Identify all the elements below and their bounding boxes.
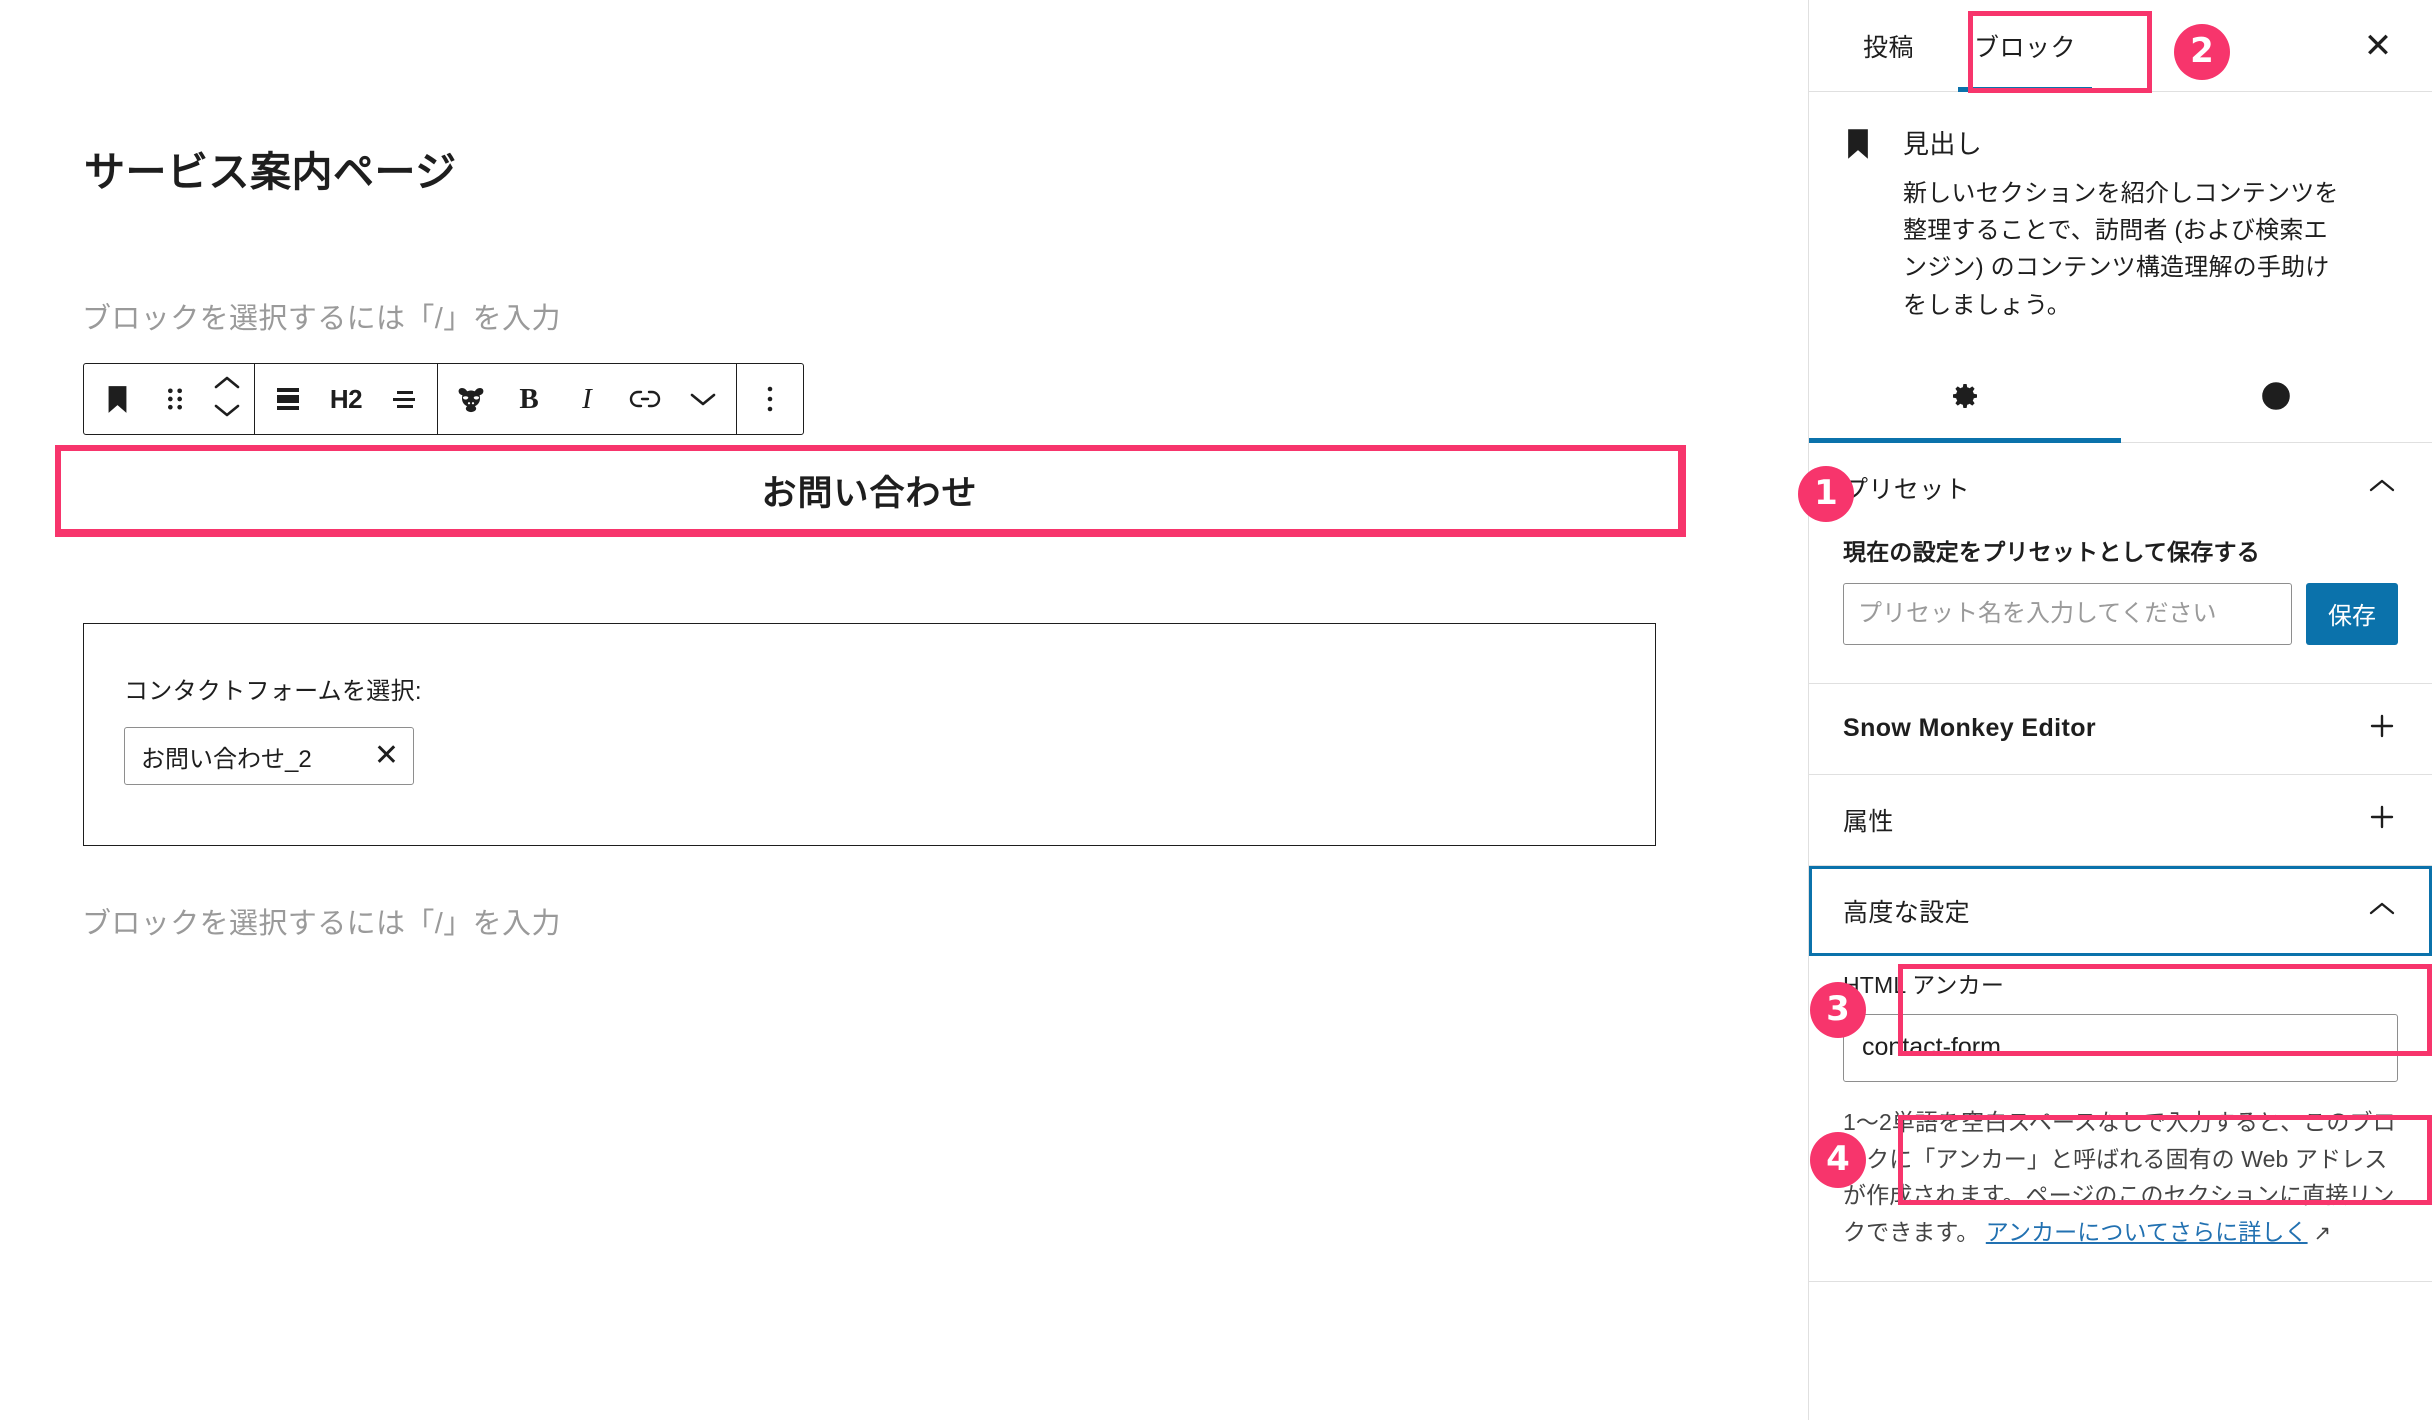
plus-icon[interactable] bbox=[2368, 803, 2396, 836]
settings-tab[interactable] bbox=[1809, 356, 2121, 444]
panel-preset-title: プリセット bbox=[1843, 475, 1971, 504]
toolbar-group-heading: H2 bbox=[255, 364, 438, 434]
panel-attributes: 属性 bbox=[1809, 775, 2432, 866]
heading-bookmark-icon[interactable] bbox=[88, 365, 146, 433]
panel-attributes-header[interactable]: 属性 bbox=[1809, 775, 2432, 865]
bold-button[interactable]: B bbox=[500, 365, 558, 433]
tab-post[interactable]: 投稿 bbox=[1833, 0, 1944, 92]
block-info-card: 見出し 新しいセクションを紹介しコンテンツを整理することで、訪問者 (および検索… bbox=[1809, 92, 2432, 330]
heading-level-button[interactable]: H2 bbox=[317, 365, 375, 433]
block-info-description: 新しいセクションを紹介しコンテンツを整理することで、訪問者 (および検索エンジン… bbox=[1903, 180, 2339, 319]
toolbar-group-format: B I bbox=[438, 364, 737, 434]
drag-handle-icon[interactable] bbox=[146, 365, 204, 433]
preset-save-button[interactable]: 保存 bbox=[2306, 582, 2398, 645]
toolbar-group-options bbox=[737, 364, 803, 434]
close-x-icon[interactable]: ✕ bbox=[374, 741, 399, 771]
panel-preset-header[interactable]: プリセット bbox=[1809, 443, 2432, 533]
heading-block[interactable]: お問い合わせ bbox=[57, 447, 1682, 533]
contact-form-selected-value: お問い合わせ_2 bbox=[141, 745, 312, 773]
panel-advanced: 高度な設定 HTML アンカー 1〜2単語を空白スペースなしで入力すると、このブ… bbox=[1809, 866, 2432, 1282]
link-icon[interactable] bbox=[616, 365, 674, 433]
block-info-text: 見出し 新しいセクションを紹介しコンテンツを整理することで、訪問者 (および検索… bbox=[1903, 124, 2343, 324]
snow-monkey-logo-icon[interactable] bbox=[442, 365, 500, 433]
page-title[interactable]: サービス案内ページ bbox=[84, 148, 457, 197]
anchor-learn-more-link[interactable]: アンカーについてさらに詳しく bbox=[1986, 1219, 2308, 1245]
block-placeholder-bottom[interactable]: ブロックを選択するには「/」を入力 bbox=[82, 900, 561, 942]
more-rich-text-chevron-down-icon[interactable] bbox=[674, 365, 732, 433]
html-anchor-help-text: 1〜2単語を空白スペースなしで入力すると、このブロックに「アンカー」と呼ばれる固… bbox=[1843, 1104, 2398, 1251]
advanced-settings-panel-header[interactable]: 高度な設定 bbox=[1809, 866, 2432, 956]
contact-form-label: コンタクトフォームを選択: bbox=[124, 678, 422, 705]
panel-snow-monkey-editor-header[interactable]: Snow Monkey Editor bbox=[1809, 684, 2432, 774]
block-settings-sidebar: 投稿 ブロック ✕ 見出し 新しいセクションを紹介しコンテンツを整理することで、… bbox=[1808, 0, 2432, 1420]
wordpress-block-editor: サービス案内ページ ブロックを選択するには「/」を入力 H2 B I お問い合わ… bbox=[0, 0, 2432, 1420]
block-placeholder-top[interactable]: ブロックを選択するには「/」を入力 bbox=[82, 295, 561, 337]
panel-advanced-title: 高度な設定 bbox=[1843, 898, 1971, 927]
heading-bookmark-icon bbox=[1843, 124, 1877, 324]
badge-4: 4 bbox=[1810, 1132, 1866, 1188]
html-anchor-label: HTML アンカー bbox=[1843, 971, 2005, 998]
text-align-icon[interactable] bbox=[375, 365, 433, 433]
badge-1: 1 bbox=[1798, 466, 1854, 522]
sidebar-subtab-bar bbox=[1809, 356, 2432, 444]
editor-canvas: サービス案内ページ ブロックを選択するには「/」を入力 H2 B I お問い合わ… bbox=[0, 0, 1808, 1420]
badge-2: 2 bbox=[2174, 24, 2230, 80]
panel-snow-monkey-editor: Snow Monkey Editor bbox=[1809, 684, 2432, 775]
external-link-arrow-icon: ↗ bbox=[2307, 1222, 2332, 1246]
preset-name-input[interactable] bbox=[1843, 582, 2292, 645]
tab-block[interactable]: ブロック bbox=[1944, 0, 2106, 92]
more-options-vertical-icon[interactable] bbox=[741, 365, 799, 433]
panel-preset-body: 現在の設定をプリセットとして保存する 保存 bbox=[1809, 533, 2432, 683]
html-anchor-input[interactable] bbox=[1843, 1013, 2398, 1082]
styles-tab[interactable] bbox=[2121, 356, 2432, 442]
panel-attributes-title: 属性 bbox=[1843, 807, 1894, 836]
gear-icon bbox=[1949, 380, 1981, 417]
italic-button[interactable]: I bbox=[558, 365, 616, 433]
heading-block-text: お問い合わせ bbox=[761, 473, 978, 513]
block-info-title: 見出し bbox=[1903, 129, 1983, 159]
chevron-up-icon[interactable] bbox=[2368, 477, 2396, 499]
contact-form-block[interactable]: コンタクトフォームを選択: お問い合わせ_2 ✕ bbox=[83, 623, 1656, 846]
block-toolbar: H2 B I bbox=[83, 363, 804, 435]
panel-advanced-body: HTML アンカー 1〜2単語を空白スペースなしで入力すると、このブロックに「ア… bbox=[1809, 956, 2432, 1281]
toolbar-group-block bbox=[84, 364, 255, 434]
block-mover bbox=[204, 365, 250, 433]
chevron-up-icon[interactable] bbox=[213, 375, 241, 396]
contact-form-select[interactable]: お問い合わせ_2 ✕ bbox=[124, 727, 414, 785]
close-icon[interactable]: ✕ bbox=[2350, 18, 2406, 74]
badge-3: 3 bbox=[1810, 982, 1866, 1038]
preset-save-row: 保存 bbox=[1843, 582, 2398, 645]
align-block-icon[interactable] bbox=[259, 365, 317, 433]
chevron-down-icon[interactable] bbox=[213, 402, 241, 423]
panel-preset: プリセット 現在の設定をプリセットとして保存する 保存 bbox=[1809, 443, 2432, 684]
chevron-up-icon[interactable] bbox=[2368, 900, 2396, 922]
contrast-half-circle-icon bbox=[2261, 381, 2291, 416]
sidebar-tab-bar: 投稿 ブロック ✕ bbox=[1809, 0, 2432, 92]
plus-icon[interactable] bbox=[2368, 712, 2396, 745]
preset-field-label: 現在の設定をプリセットとして保存する bbox=[1843, 538, 2260, 565]
panel-snow-monkey-editor-title: Snow Monkey Editor bbox=[1843, 714, 2097, 743]
